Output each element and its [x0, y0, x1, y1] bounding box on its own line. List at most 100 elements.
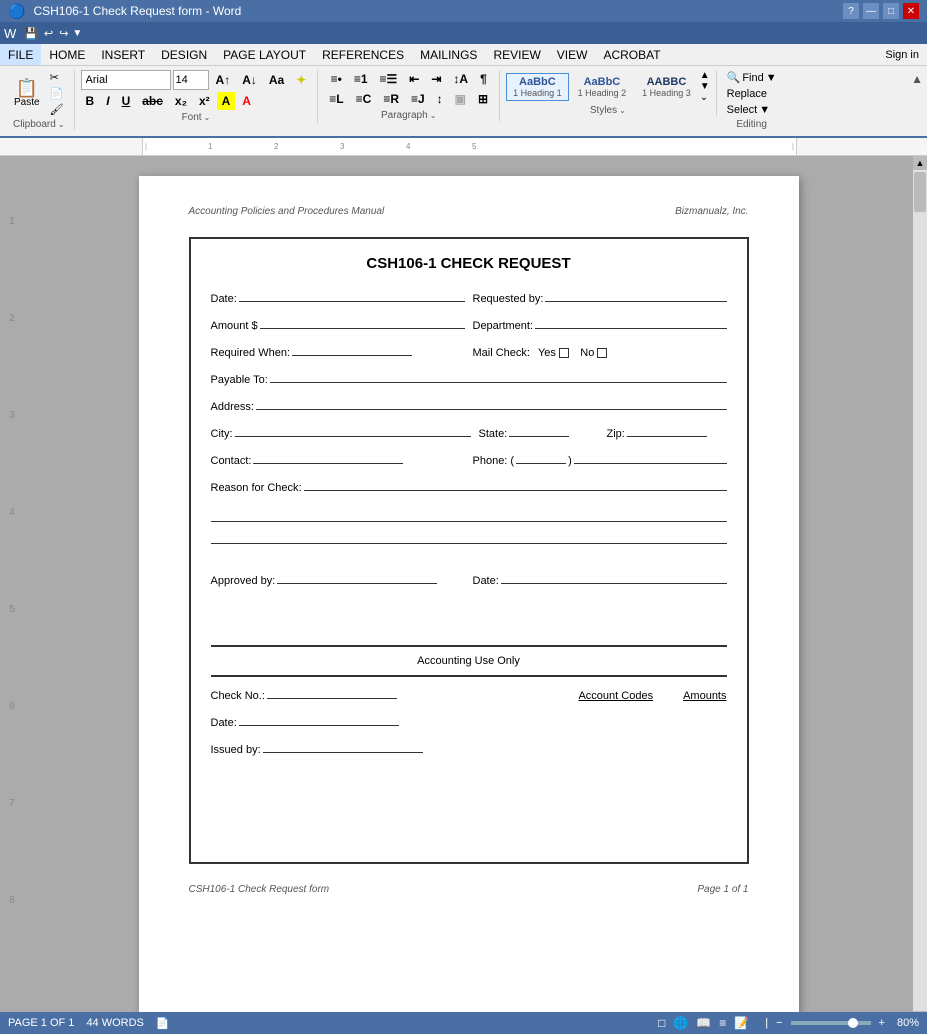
undo-quick-btn[interactable]: ↩ — [42, 27, 55, 40]
reason-line-3[interactable] — [211, 526, 727, 544]
view-web-btn[interactable]: 🌐 — [673, 1016, 688, 1030]
shading-btn[interactable]: ▣ — [450, 90, 471, 108]
save-quick-btn[interactable]: 💾 — [22, 27, 40, 40]
city-input-line[interactable] — [235, 423, 471, 437]
document-page[interactable]: Accounting Policies and Procedures Manua… — [139, 176, 799, 1025]
view-print-btn[interactable]: □ — [658, 1016, 665, 1030]
no-checkbox[interactable] — [597, 348, 607, 358]
clear-formatting-btn[interactable]: ✦ — [291, 71, 311, 89]
paste-btn[interactable]: 📋 Paste — [10, 77, 44, 110]
style-heading1[interactable]: AaBbC 1 Heading 1 — [506, 73, 569, 101]
replace-btn[interactable]: Replace — [723, 87, 771, 101]
no-checkbox-label[interactable]: No — [580, 347, 607, 359]
help-btn[interactable]: ? — [843, 3, 859, 19]
contact-input-line[interactable] — [253, 450, 403, 464]
requested-by-input-line[interactable] — [545, 288, 726, 302]
font-color-btn[interactable]: A — [237, 92, 256, 110]
approved-date-input-line[interactable] — [501, 570, 727, 584]
font-expand-icon[interactable]: ⌄ — [204, 113, 211, 122]
font-size-input[interactable] — [173, 70, 209, 90]
reason-line-2[interactable] — [211, 504, 727, 522]
zoom-in-btn[interactable]: + — [879, 1017, 885, 1029]
yes-checkbox-label[interactable]: Yes — [538, 347, 569, 359]
zoom-level[interactable]: 80% — [897, 1017, 919, 1029]
payable-to-input-line[interactable] — [270, 369, 727, 383]
strikethrough-btn[interactable]: abc — [137, 92, 168, 110]
zip-input-line[interactable] — [627, 423, 707, 437]
required-when-input-line[interactable] — [292, 342, 412, 356]
view-draft-btn[interactable]: 📝 — [734, 1016, 749, 1030]
minimize-btn[interactable]: — — [863, 3, 879, 19]
view-read-btn[interactable]: 📖 — [696, 1016, 711, 1030]
menu-references[interactable]: REFERENCES — [314, 44, 412, 65]
zoom-out-btn[interactable]: − — [776, 1017, 782, 1029]
redo-quick-btn[interactable]: ↪ — [57, 27, 70, 40]
check-no-input-line[interactable] — [267, 685, 397, 699]
numbering-btn[interactable]: ≡1 — [349, 70, 373, 88]
change-case-btn[interactable]: Aa — [264, 71, 289, 89]
line-spacing-btn[interactable]: ↕ — [432, 90, 448, 108]
amount-input-line[interactable] — [260, 315, 465, 329]
menu-file[interactable]: FILE — [0, 44, 41, 65]
italic-btn[interactable]: I — [101, 92, 114, 110]
select-btn[interactable]: Select ▼ — [723, 103, 774, 117]
bold-btn[interactable]: B — [81, 92, 100, 110]
window-controls[interactable]: ? — □ ✕ — [843, 3, 919, 19]
zoom-slider[interactable] — [791, 1021, 871, 1025]
menu-acrobat[interactable]: ACROBAT — [595, 44, 668, 65]
menu-insert[interactable]: INSERT — [93, 44, 153, 65]
sign-in-btn[interactable]: Sign in — [877, 44, 927, 65]
phone-number-input-line[interactable] — [574, 450, 727, 464]
scrollbar[interactable]: ▲ ▼ — [913, 156, 927, 1025]
styles-expand[interactable]: ⌄ — [700, 92, 710, 103]
increase-indent-btn[interactable]: ⇥ — [426, 70, 446, 88]
align-center-btn[interactable]: ≡C — [351, 90, 377, 108]
proofing-icon[interactable]: 📄 — [156, 1017, 170, 1030]
cut-btn[interactable]: ✂ — [46, 70, 68, 85]
reason-input-line[interactable] — [304, 477, 727, 491]
address-input-line[interactable] — [256, 396, 727, 410]
align-right-btn[interactable]: ≡R — [378, 90, 404, 108]
style-heading3[interactable]: AABBC 1 Heading 3 — [635, 73, 698, 101]
align-left-btn[interactable]: ≡L — [324, 90, 348, 108]
yes-checkbox[interactable] — [559, 348, 569, 358]
style-heading2[interactable]: AaBbC 1 Heading 2 — [571, 73, 634, 101]
format-painter-btn[interactable]: 🖌 — [46, 102, 68, 117]
clipboard-expand-icon[interactable]: ⌄ — [58, 120, 65, 129]
scroll-up-btn[interactable]: ▲ — [913, 156, 927, 170]
approved-by-input-line[interactable] — [277, 570, 437, 584]
issued-by-input-line[interactable] — [263, 739, 423, 753]
justify-btn[interactable]: ≡J — [406, 90, 430, 108]
menu-design[interactable]: DESIGN — [153, 44, 215, 65]
underline-btn[interactable]: U — [117, 92, 136, 110]
borders-btn[interactable]: ⊞ — [473, 90, 493, 108]
menu-view[interactable]: VIEW — [549, 44, 596, 65]
styles-expand-icon[interactable]: ⌄ — [619, 106, 626, 115]
menu-home[interactable]: HOME — [41, 44, 93, 65]
paragraph-expand-icon[interactable]: ⌄ — [430, 111, 437, 120]
menu-mailings[interactable]: MAILINGS — [412, 44, 485, 65]
maximize-btn[interactable]: □ — [883, 3, 899, 19]
bullets-btn[interactable]: ≡• — [326, 70, 347, 88]
styles-scroll-up[interactable]: ▲ — [700, 70, 710, 81]
multilevel-btn[interactable]: ≡☰ — [375, 70, 403, 88]
font-grow-btn[interactable]: A↑ — [211, 71, 236, 89]
quick-dropdown-btn[interactable]: ▼ — [72, 28, 82, 39]
copy-btn[interactable]: 📄 — [46, 86, 68, 101]
sort-btn[interactable]: ↕A — [448, 70, 473, 88]
acct-date-input-line[interactable] — [239, 712, 399, 726]
decrease-indent-btn[interactable]: ⇤ — [404, 70, 424, 88]
scroll-thumb[interactable] — [914, 172, 926, 212]
show-formatting-btn[interactable]: ¶ — [475, 70, 492, 88]
state-input-line[interactable] — [509, 423, 569, 437]
font-name-input[interactable] — [81, 70, 171, 90]
subscript-btn[interactable]: x₂ — [170, 92, 192, 110]
menu-page-layout[interactable]: PAGE LAYOUT — [215, 44, 314, 65]
find-btn[interactable]: 🔍 Find ▼ — [723, 70, 781, 85]
ribbon-collapse-btn[interactable]: ▲ — [911, 72, 923, 86]
superscript-btn[interactable]: x² — [194, 92, 215, 110]
menu-review[interactable]: REVIEW — [485, 44, 548, 65]
text-highlight-btn[interactable]: A — [217, 92, 236, 110]
date-input-line[interactable] — [239, 288, 465, 302]
department-input-line[interactable] — [535, 315, 726, 329]
